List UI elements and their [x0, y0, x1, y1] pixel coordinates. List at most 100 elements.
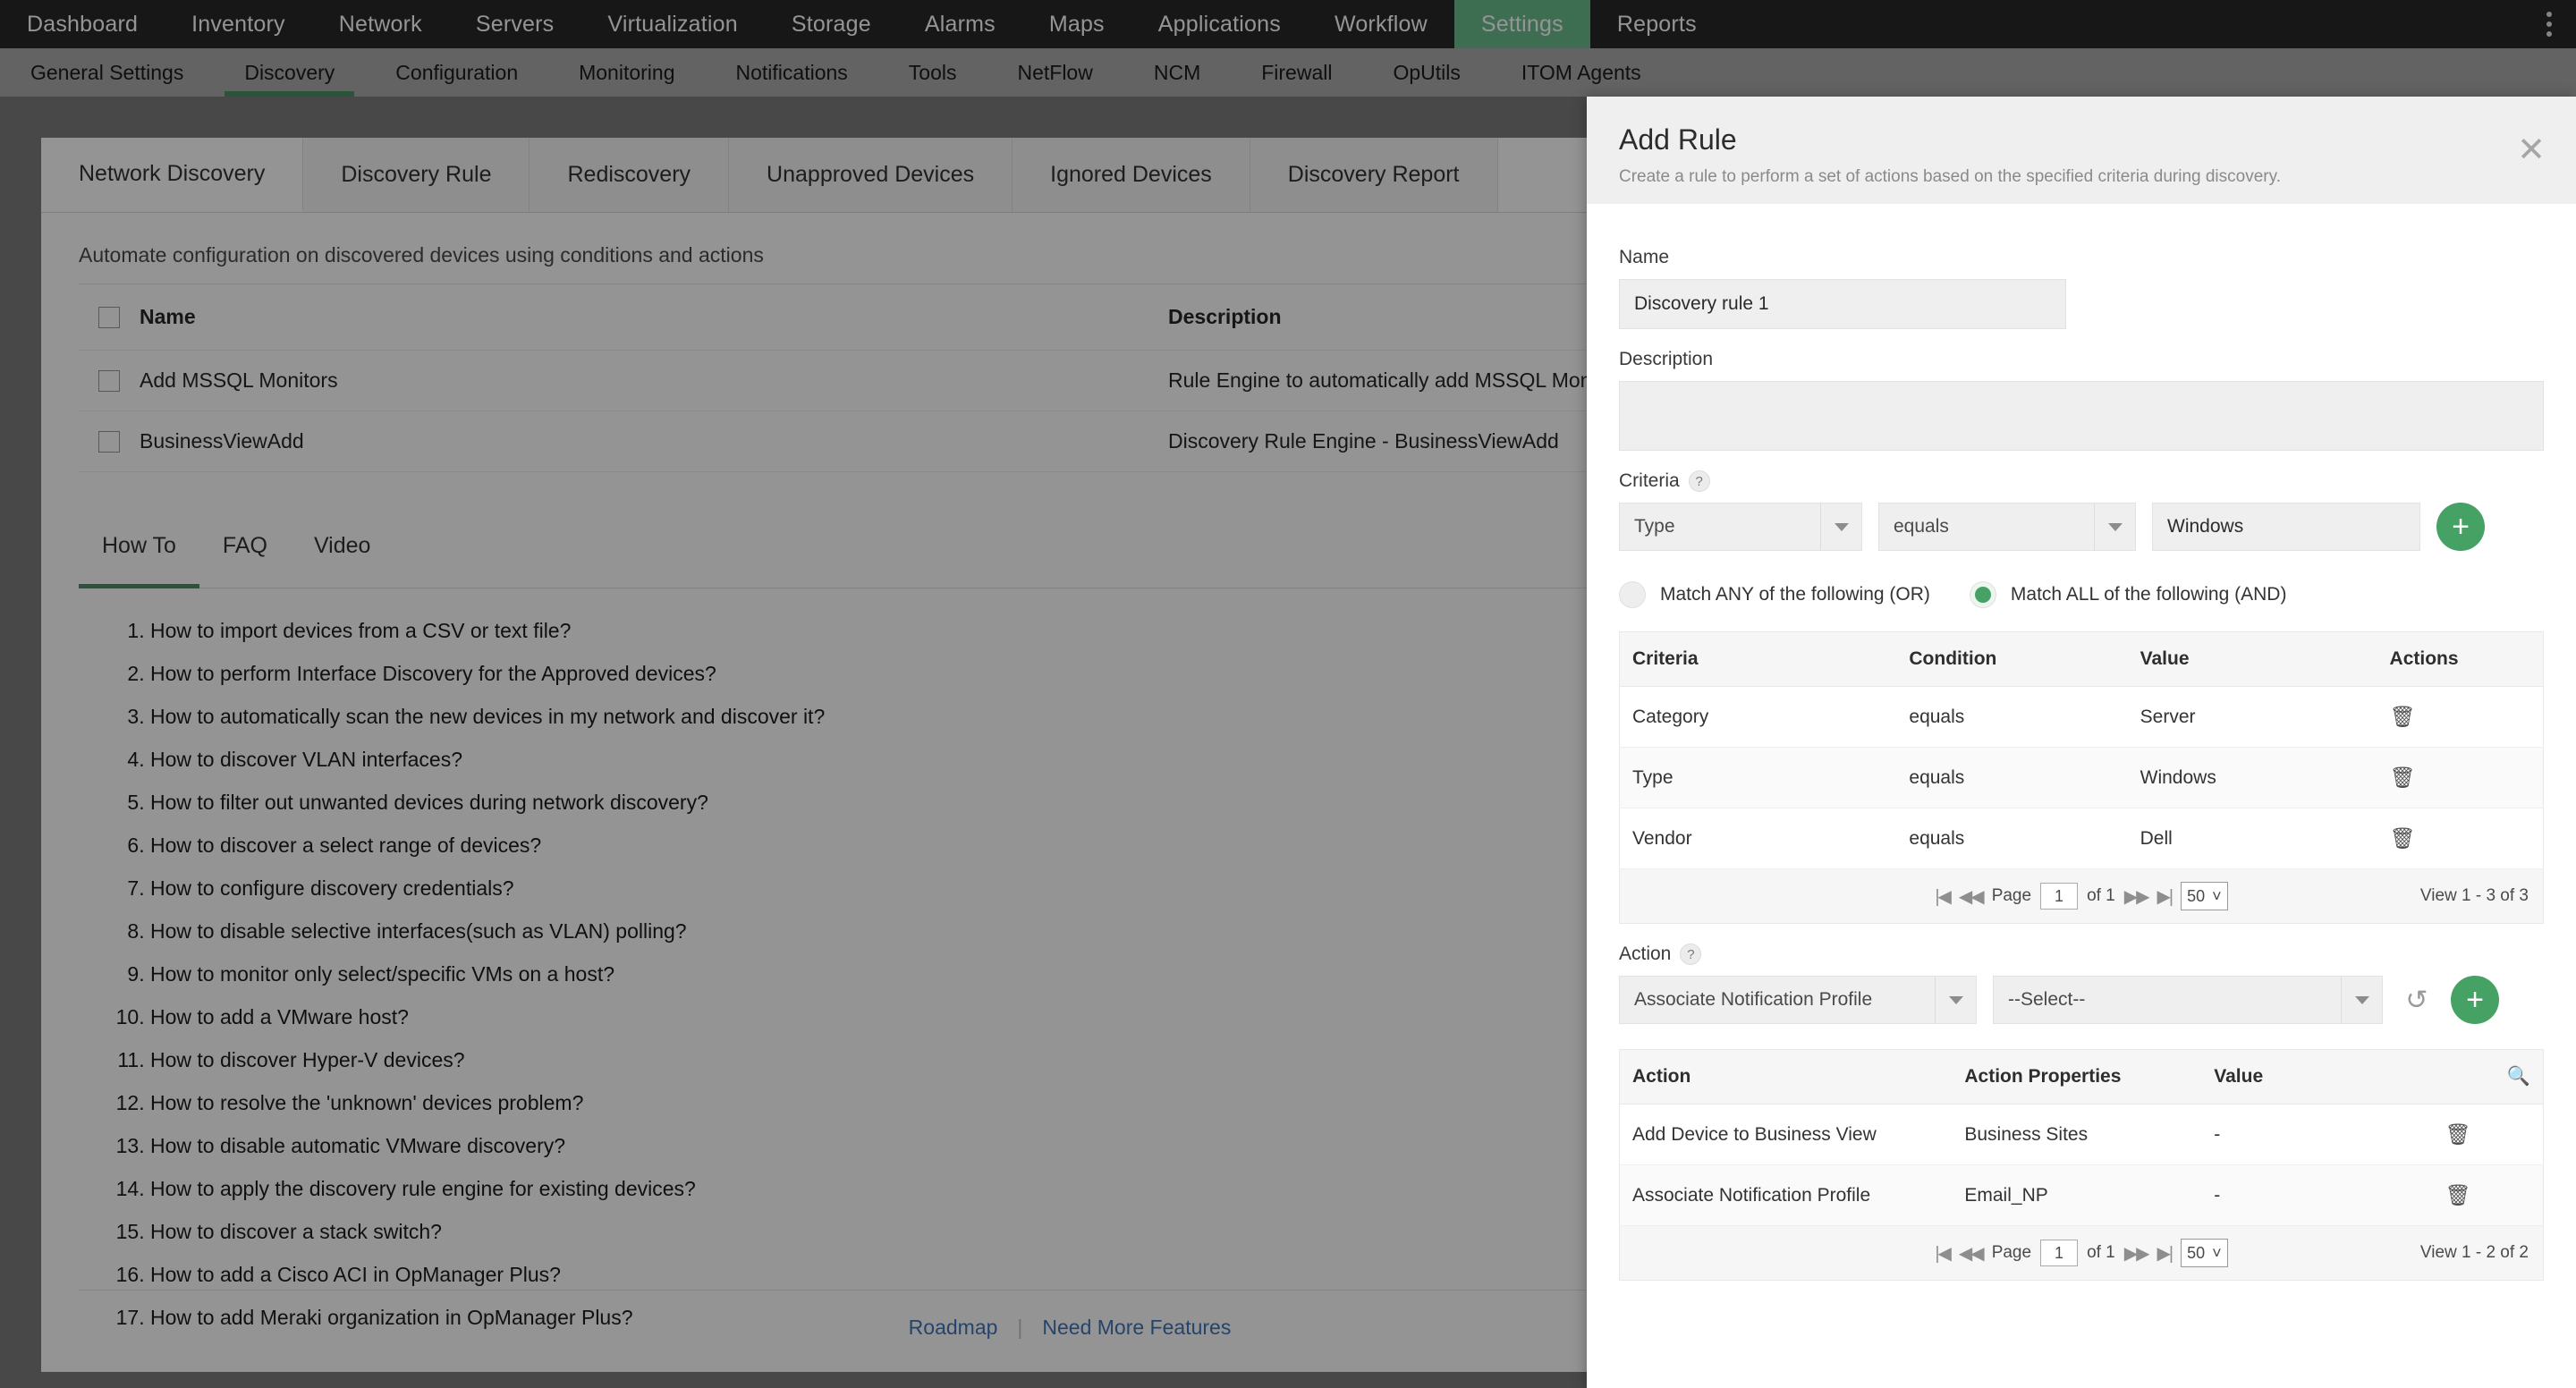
plus-icon: + — [2452, 510, 2470, 544]
prev-page-icon[interactable]: ◀◀ — [1959, 885, 1985, 908]
cell-actions: 🗑 — [2377, 686, 2544, 748]
first-page-icon[interactable]: |◀ — [1935, 885, 1952, 908]
cell-action-properties: Email_NP — [1952, 1164, 2202, 1226]
action-value-select[interactable]: --Select-- — [1993, 976, 2383, 1024]
description-textarea[interactable] — [1619, 381, 2544, 451]
panel-title: Add Rule — [1619, 123, 1737, 156]
name-label-text: Name — [1619, 247, 1670, 267]
action-type-select[interactable]: Associate Notification Profile — [1619, 976, 1977, 1024]
table-row: Vendor equals Dell 🗑 — [1619, 808, 2544, 869]
panel-subtitle: Create a rule to perform a set of action… — [1619, 167, 2281, 186]
prev-page-icon[interactable]: ◀◀ — [1959, 1242, 1985, 1265]
description-label: Description — [1619, 349, 2544, 370]
trash-icon[interactable]: 🗑 — [2445, 1122, 2471, 1146]
add-criteria-button[interactable]: + — [2436, 503, 2485, 551]
last-page-icon[interactable]: ▶| — [2157, 1242, 2174, 1265]
criteria-value-text: Windows — [2167, 516, 2244, 537]
cell-action-delete: 🗑 — [2432, 1104, 2544, 1165]
match-all-label: Match ALL of the following (AND) — [2010, 584, 2287, 605]
chevron-down-icon — [1935, 977, 1976, 1023]
chevron-down-icon: ˅ — [2212, 886, 2222, 905]
table-row: Category equals Server 🗑 — [1619, 686, 2544, 748]
match-any-label: Match ANY of the following (OR) — [1660, 584, 1930, 605]
chevron-down-icon — [2094, 504, 2135, 550]
cell-criteria: Vendor — [1619, 808, 1897, 869]
col-action-search: 🔍 — [2432, 1049, 2544, 1104]
name-input[interactable]: Discovery rule 1 — [1619, 279, 2066, 329]
col-actions: Actions — [2377, 631, 2544, 687]
col-criteria: Criteria — [1619, 631, 1897, 687]
cell-action: Add Device to Business View — [1619, 1104, 1953, 1165]
next-page-icon[interactable]: ▶▶ — [2124, 885, 2150, 908]
criteria-table: Criteria Condition Value Actions Categor… — [1619, 631, 2544, 869]
cell-condition: equals — [1896, 747, 2128, 808]
page-number-input[interactable]: 1 — [2040, 883, 2079, 910]
criteria-condition-select[interactable]: equals — [1878, 503, 2136, 551]
criteria-pager: |◀ ◀◀ Page 1 of 1 ▶▶ ▶| 50 ˅ View 1 - 3 o… — [1619, 869, 2544, 924]
criteria-builder-row: Type equals Windows + — [1619, 503, 2544, 551]
criteria-label-text: Criteria — [1619, 470, 1680, 491]
criteria-field-select[interactable]: Type — [1619, 503, 1862, 551]
help-icon[interactable]: ? — [1688, 470, 1710, 492]
name-label: Name — [1619, 247, 2544, 268]
page-size-value: 50 — [2187, 1243, 2206, 1262]
trash-icon[interactable]: 🗑 — [2390, 705, 2416, 728]
page-number-input[interactable]: 1 — [2040, 1240, 2079, 1266]
undo-icon[interactable]: ↺ — [2399, 982, 2435, 1018]
cell-value: Server — [2127, 686, 2377, 748]
chevron-down-icon: ˅ — [2212, 1243, 2222, 1262]
criteria-table-header: Criteria Condition Value Actions — [1619, 631, 2544, 687]
panel-body: Name Discovery rule 1 Description Criter… — [1587, 204, 2576, 1281]
match-all-radio[interactable] — [1969, 581, 1996, 608]
page-of-label: of 1 — [2087, 1243, 2115, 1262]
first-page-icon[interactable]: |◀ — [1935, 1242, 1952, 1265]
action-value-text: --Select-- — [2008, 989, 2086, 1010]
criteria-condition-value: equals — [1894, 516, 1949, 537]
match-any-radio[interactable] — [1619, 581, 1646, 608]
page-size-select[interactable]: 50 ˅ — [2181, 882, 2228, 910]
cell-action: Associate Notification Profile — [1619, 1164, 1953, 1226]
close-icon[interactable]: ✕ — [2513, 133, 2549, 170]
col-condition: Condition — [1896, 631, 2128, 687]
view-count-label: View 1 - 3 of 3 — [2419, 886, 2529, 905]
action-table-header: Action Action Properties Value 🔍 — [1619, 1049, 2544, 1104]
next-page-icon[interactable]: ▶▶ — [2124, 1242, 2150, 1265]
action-type-value: Associate Notification Profile — [1634, 989, 1873, 1010]
action-builder-row: Associate Notification Profile --Select-… — [1619, 976, 2544, 1024]
action-label-text: Action — [1619, 944, 1672, 964]
match-mode-radios: Match ANY of the following (OR) Match AL… — [1619, 581, 2544, 608]
panel-header: Add Rule Create a rule to perform a set … — [1587, 97, 2576, 204]
page-size-value: 50 — [2187, 886, 2206, 905]
trash-icon[interactable]: 🗑 — [2390, 826, 2416, 850]
cell-actions: 🗑 — [2377, 808, 2544, 869]
page-of-label: of 1 — [2087, 886, 2115, 905]
criteria-value-input[interactable]: Windows — [2152, 503, 2420, 551]
trash-icon[interactable]: 🗑 — [2445, 1183, 2471, 1206]
col-action-properties: Action Properties — [1952, 1049, 2202, 1104]
add-action-button[interactable]: + — [2451, 976, 2499, 1024]
description-label-text: Description — [1619, 349, 1714, 369]
criteria-label: Criteria ? — [1619, 470, 2544, 492]
cell-value: Windows — [2127, 747, 2377, 808]
cell-actions: 🗑 — [2377, 747, 2544, 808]
col-action-value: Value — [2201, 1049, 2433, 1104]
page-label: Page — [1991, 1243, 2032, 1262]
table-row: Type equals Windows 🗑 — [1619, 747, 2544, 808]
add-rule-panel: Add Rule Create a rule to perform a set … — [1587, 97, 2576, 1388]
page-label: Page — [1991, 886, 2032, 905]
search-icon[interactable]: 🔍 — [2507, 1066, 2530, 1088]
cell-value: Dell — [2127, 808, 2377, 869]
action-table: Action Action Properties Value 🔍 Add Dev… — [1619, 1049, 2544, 1226]
help-icon[interactable]: ? — [1680, 944, 1702, 965]
cell-action-value: - — [2201, 1104, 2433, 1165]
action-label: Action ? — [1619, 944, 2544, 965]
action-pager: |◀ ◀◀ Page 1 of 1 ▶▶ ▶| 50 ˅ View 1 - 2 o… — [1619, 1226, 2544, 1281]
trash-icon[interactable]: 🗑 — [2390, 766, 2416, 789]
table-row: Associate Notification Profile Email_NP … — [1619, 1164, 2544, 1226]
chevron-down-icon — [2341, 977, 2382, 1023]
last-page-icon[interactable]: ▶| — [2157, 885, 2174, 908]
page-size-select[interactable]: 50 ˅ — [2181, 1239, 2228, 1267]
plus-icon: + — [2466, 983, 2484, 1017]
name-input-value: Discovery rule 1 — [1634, 293, 1769, 314]
cell-condition: equals — [1896, 808, 2128, 869]
